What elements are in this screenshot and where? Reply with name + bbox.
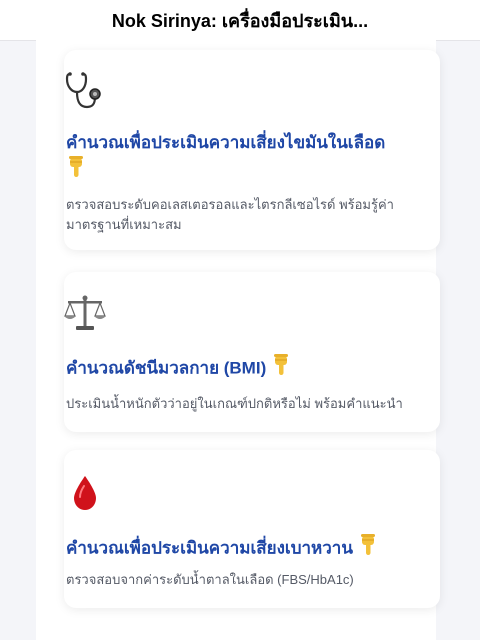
- pointing-down-icon: [66, 156, 86, 186]
- card-title: คำนวณเพื่อประเมินความเสี่ยงไขมันในเลือด: [66, 130, 440, 186]
- balance-scale-icon: [64, 294, 106, 338]
- bmi-card[interactable]: คำนวณดัชนีมวลกาย (BMI) ประเมินน้ำหนักตัว…: [64, 272, 440, 432]
- page-title: Nok Sirinya: เครื่องมือประเมิน...: [111, 10, 369, 31]
- lipid-risk-card[interactable]: คำนวณเพื่อประเมินความเสี่ยงไขมันในเลือด …: [64, 50, 440, 250]
- card-description: ตรวจสอบจากค่าระดับน้ำตาลในเลือด (FBS/HbA…: [66, 572, 354, 587]
- blood-drop-icon: [72, 475, 98, 515]
- card-title: คำนวณดัชนีมวลกาย (BMI): [66, 354, 440, 384]
- content-panel: คำนวณเพื่อประเมินความเสี่ยงไขมันในเลือด …: [36, 40, 440, 640]
- diabetes-risk-card[interactable]: คำนวณเพื่อประเมินความเสี่ยงเบาหวาน ตรวจส…: [64, 450, 440, 608]
- pointing-down-icon: [358, 534, 378, 564]
- pointing-down-icon: [271, 354, 291, 384]
- card-title: คำนวณเพื่อประเมินความเสี่ยงเบาหวาน: [66, 534, 440, 564]
- card-description: ประเมินน้ำหนักตัวว่าอยู่ในเกณฑ์ปกติหรือไ…: [66, 396, 403, 411]
- stethoscope-icon: [64, 70, 104, 114]
- card-description: ตรวจสอบระดับคอเลสเตอรอลและไตรกลีเซอไรด์ …: [66, 197, 394, 232]
- top-bar: Nok Sirinya: เครื่องมือประเมิน...: [0, 0, 480, 41]
